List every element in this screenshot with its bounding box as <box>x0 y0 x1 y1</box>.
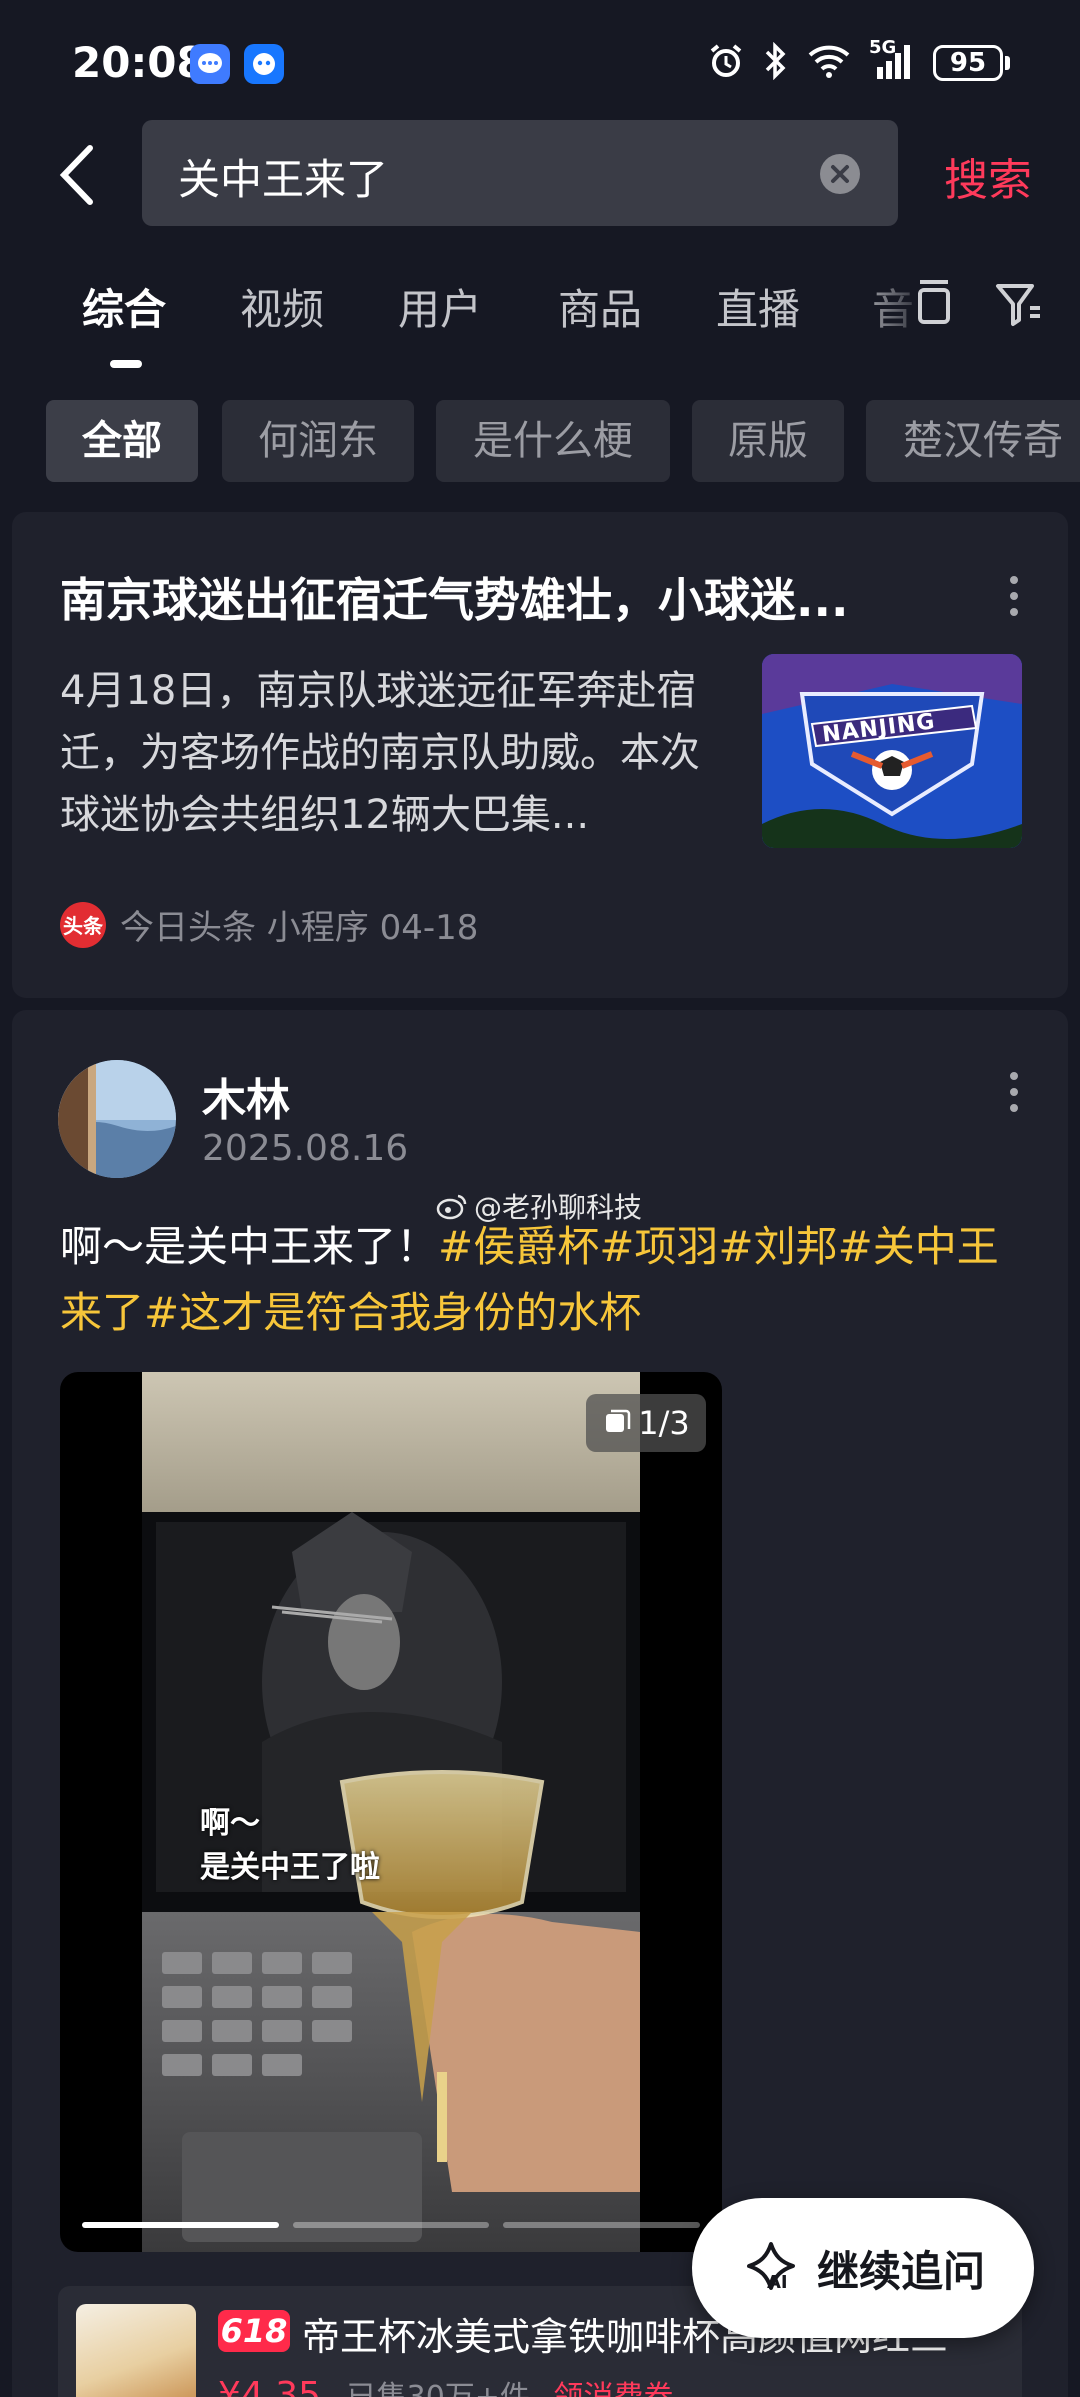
chip-chu-han[interactable]: 楚汉传奇 <box>866 400 1080 482</box>
image-counter: 1/3 <box>586 1394 706 1452</box>
continue-asking-label: 继续追问 <box>816 2246 985 2296</box>
back-button[interactable] <box>50 140 110 210</box>
network-type: 5G <box>869 37 897 58</box>
toutiao-logo-icon: 头条 <box>60 901 106 948</box>
chip-original[interactable]: 原版 <box>692 400 844 482</box>
post-card[interactable]: 木林 2025.08.16 @老孙聊科技 啊～是关中王来了！#侯爵杯#项羽#刘邦… <box>12 1010 1068 2397</box>
chevron-left-icon <box>59 145 93 205</box>
status-bar: 20:08 5G 95 <box>0 0 1080 130</box>
post-date: 2025.08.16 <box>202 1128 409 1169</box>
status-time: 20:08 <box>72 38 206 87</box>
chip-he-rundong[interactable]: 何润东 <box>222 400 414 482</box>
avatar[interactable] <box>58 1060 176 1178</box>
progress-segment <box>292 2222 490 2228</box>
product-meta: ¥4.35 已售30万+件 领消费券 <box>218 2372 673 2397</box>
wifi-icon <box>807 43 851 83</box>
continue-asking-button[interactable]: AI 继续追问 <box>692 2198 1034 2338</box>
article-summary: 4月18日，南京队球迷远征军奔赴宿迁，为客场作战的南京队助威。本次球迷协会共组织… <box>60 668 700 838</box>
clear-icon[interactable] <box>820 154 860 194</box>
message-app-icon <box>190 44 230 84</box>
post-media[interactable]: 1/3 啊～ 是关中王了啦 <box>60 1372 722 2252</box>
search-button[interactable]: 搜索 <box>944 144 1032 208</box>
promo-badge: 618 <box>218 2310 290 2352</box>
battery-level: 95 <box>933 45 1003 81</box>
tab-users[interactable]: 用户 <box>398 276 482 337</box>
image-counter-text: 1/3 <box>638 1404 690 1442</box>
chip-all[interactable]: 全部 <box>46 400 198 482</box>
article-source: 头条 今日头条 小程序 04-18 <box>60 900 478 949</box>
filter-chips: 全部 何润东 是什么梗 原版 楚汉传奇 <box>0 400 1080 482</box>
more-options-icon[interactable] <box>1008 576 1020 626</box>
active-tab-indicator <box>110 360 142 368</box>
ai-icon-label: AI <box>766 2272 788 2293</box>
tab-live[interactable]: 直播 <box>716 276 800 337</box>
post-caption: 啊～是关中王来了！ <box>60 1222 439 1271</box>
video-subtitle: 啊～ 是关中王了啦 <box>200 1802 380 1890</box>
tab-comprehensive[interactable]: 综合 <box>82 276 166 337</box>
gallery-icon <box>606 1409 631 1432</box>
source-label: 今日头条 小程序 04-18 <box>120 908 479 948</box>
subtitle-line-1: 啊～ <box>200 1806 260 1841</box>
product-sold: 已售30万+件 <box>347 2380 530 2397</box>
progress-segment <box>82 2222 279 2228</box>
battery-indicator: 95 <box>933 45 1010 81</box>
result-tabs: 综合 视频 用户 商品 直播 音 <box>0 270 1080 380</box>
carousel-progress <box>82 2222 701 2228</box>
article-thumbnail[interactable]: NANJING <box>762 654 1022 848</box>
progress-segment <box>503 2222 701 2228</box>
cellular-signal-icon: 5G <box>869 37 915 83</box>
article-card[interactable]: 南京球迷出征宿迁气势雄壮，小球迷... 4月18日，南京队球迷远征军奔赴宿迁，为… <box>12 512 1068 998</box>
ai-sparkle-icon: AI <box>741 2238 801 2298</box>
author-name[interactable]: 木林 <box>202 1064 290 1128</box>
product-image <box>76 2304 196 2397</box>
search-input[interactable]: 关中王来了 <box>142 120 898 226</box>
layout-toggle-icon[interactable] <box>912 276 956 334</box>
alarm-icon <box>707 42 745 84</box>
search-query: 关中王来了 <box>178 155 389 204</box>
bluetooth-icon <box>763 41 789 84</box>
coupon-link[interactable]: 领消费券 <box>553 2380 673 2397</box>
assistant-app-icon <box>244 44 284 84</box>
more-options-icon[interactable] <box>1008 1072 1020 1122</box>
product-price: ¥4.35 <box>218 2375 322 2397</box>
post-text: 啊～是关中王来了！#侯爵杯#项羽#刘邦#关中王来了#这才是符合我身份的水杯 <box>60 1214 1030 1346</box>
tab-products[interactable]: 商品 <box>558 276 642 337</box>
article-title[interactable]: 南京球迷出征宿迁气势雄壮，小球迷... <box>60 564 940 630</box>
tab-video[interactable]: 视频 <box>240 276 324 337</box>
chip-meaning[interactable]: 是什么梗 <box>436 400 670 482</box>
subtitle-line-2: 是关中王了啦 <box>200 1850 380 1885</box>
filter-icon[interactable] <box>994 280 1044 332</box>
